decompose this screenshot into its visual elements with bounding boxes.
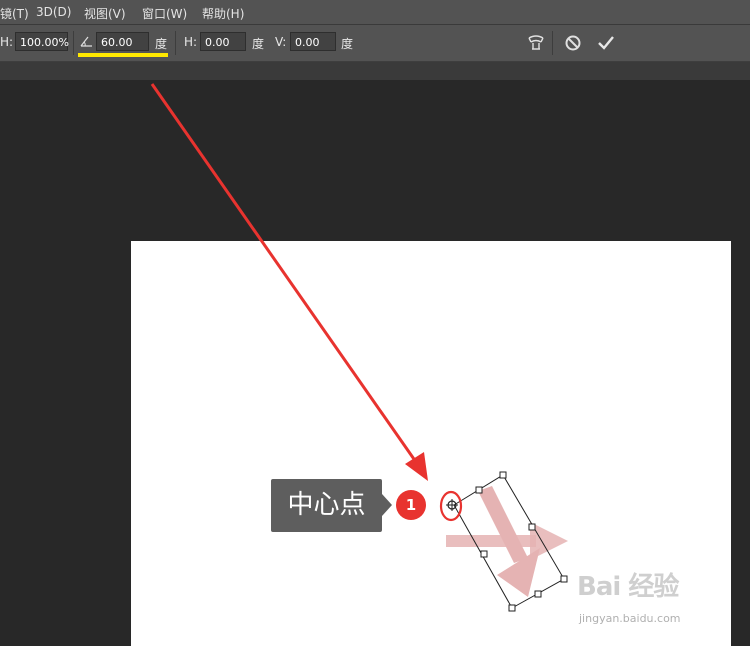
callout-pointer bbox=[382, 494, 392, 516]
step-number-badge: 1 bbox=[396, 490, 426, 520]
center-point-callout: 中心点 bbox=[271, 479, 382, 532]
canvas-overlay bbox=[150, 83, 568, 612]
annotation-arrow bbox=[150, 83, 428, 481]
baidu-jingyan-watermark: Bai 经验 jingyan.baidu.com bbox=[577, 566, 681, 625]
watermark-url: jingyan.baidu.com bbox=[579, 612, 681, 625]
watermark-brand: Bai 经验 bbox=[577, 572, 679, 602]
reference-point-highlight-circle bbox=[439, 490, 463, 522]
